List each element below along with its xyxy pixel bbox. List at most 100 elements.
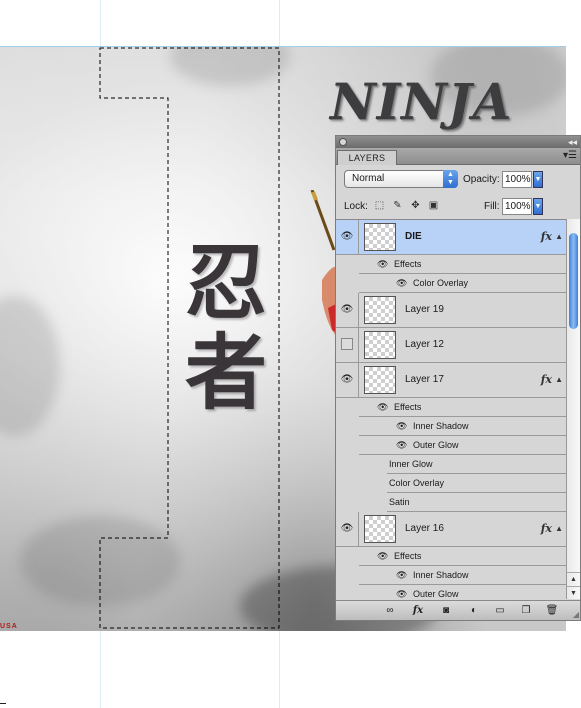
effect-eye-icon[interactable]: 👁 [396, 417, 407, 435]
opacity-label: Opacity: [463, 174, 500, 185]
guide-line-horizontal [0, 46, 566, 47]
layer-name: Layer 19 [405, 304, 444, 315]
scroll-down-arrow-icon[interactable]: ▼ [567, 586, 580, 599]
new-group-icon[interactable]: ▭ [492, 604, 508, 617]
fill-input[interactable]: 100% [502, 198, 532, 215]
texture-stain [20, 516, 180, 606]
effect-row-inner-shadow[interactable]: 👁 Inner Shadow [359, 566, 566, 585]
effect-name: Outer Glow [413, 440, 459, 450]
lock-all-icon[interactable]: ▣ [428, 200, 439, 211]
panel-tabbar: LAYERS ▾☰ [336, 148, 580, 165]
layer-row-layer-19[interactable]: 👁 Layer 19 [336, 293, 566, 328]
effect-row-color-overlay[interactable]: 👁 Color Overlay [359, 274, 566, 293]
visibility-toggle-box[interactable] [336, 328, 359, 362]
effect-name: Inner Shadow [413, 421, 469, 431]
close-icon[interactable] [339, 138, 347, 146]
adjustment-layer-icon[interactable]: ◐ [466, 604, 482, 617]
lock-label: Lock: [344, 201, 368, 212]
layer-thumbnail [364, 331, 396, 359]
effect-row-color-overlay[interactable]: Color Overlay [387, 474, 566, 493]
effects-row[interactable]: 👁 Effects [359, 255, 566, 274]
layer-thumbnail [364, 223, 396, 251]
collapse-icon[interactable]: ◂◂ [568, 136, 577, 148]
effect-eye-icon[interactable]: 👁 [396, 274, 407, 292]
blend-mode-select[interactable]: Normal ▲ ▼ [344, 170, 458, 188]
texture-stain [170, 46, 290, 86]
visibility-eye-icon[interactable]: 👁 [336, 363, 359, 397]
visibility-eye-icon[interactable]: 👁 [336, 512, 359, 546]
layer-row-die[interactable]: 👁 DIE fx ▲ [336, 220, 566, 255]
layer-name: DIE [405, 231, 422, 242]
effects-label: Effects [394, 402, 422, 412]
fill-slider-button[interactable]: ▼ [533, 198, 543, 215]
lock-position-icon[interactable]: ✥ [410, 200, 421, 211]
effect-row-outer-glow[interactable]: 👁 Outer Glow [359, 436, 566, 455]
fx-icon[interactable]: fx [541, 512, 552, 546]
corner-marker [0, 703, 6, 704]
layer-list[interactable]: 👁 DIE fx ▲ 👁 Effects 👁 Color Overlay 👁 L… [336, 219, 566, 599]
layer-row-layer-17[interactable]: 👁 Layer 17 fx ▲ [336, 363, 566, 398]
effect-eye-icon[interactable]: 👁 [396, 566, 407, 584]
effect-row-inner-glow[interactable]: Inner Glow [387, 455, 566, 474]
layers-panel[interactable]: ◂◂ LAYERS ▾☰ Normal ▲ ▼ Opacity: 100% ▼ L… [335, 135, 581, 621]
disclosure-triangle-icon[interactable]: ▲ [555, 220, 563, 254]
disclosure-triangle-icon[interactable]: ▲ [555, 512, 563, 546]
kanji-character: 忍 [184, 235, 267, 331]
fx-icon[interactable]: fx [541, 363, 552, 397]
effect-name: Color Overlay [413, 278, 469, 288]
effect-name: Inner Shadow [413, 570, 469, 580]
layer-name: Layer 17 [405, 374, 444, 385]
disclosure-triangle-icon[interactable]: ▲ [555, 363, 563, 397]
panel-menu-icon[interactable]: ▾☰ [563, 150, 577, 161]
fill-label: Fill: [484, 201, 500, 212]
scrollbar-thumb[interactable] [569, 233, 578, 329]
scroll-up-arrow-icon[interactable]: ▲ [567, 572, 580, 585]
effects-label: Effects [394, 551, 422, 561]
kanji-text: 忍 者 [176, 238, 276, 418]
opacity-slider-button[interactable]: ▼ [533, 171, 543, 188]
effect-row-outer-glow[interactable]: 👁 Outer Glow [359, 585, 566, 599]
effect-eye-icon[interactable]: 👁 [377, 255, 388, 273]
link-layers-icon[interactable]: ∞ [382, 604, 398, 617]
effect-name: Color Overlay [389, 478, 445, 488]
blend-mode-value: Normal [352, 173, 385, 184]
effect-eye-icon[interactable]: 👁 [396, 436, 407, 454]
effect-row-inner-shadow[interactable]: 👁 Inner Shadow [359, 417, 566, 436]
add-style-icon[interactable]: fx [410, 604, 426, 617]
lock-transparency-icon[interactable]: ⬚ [374, 200, 385, 211]
sword-guard [311, 191, 318, 201]
blend-row: Normal ▲ ▼ Opacity: 100% ▼ [336, 167, 580, 193]
effect-row-satin[interactable]: Satin [387, 493, 566, 512]
layer-name: Layer 12 [405, 339, 444, 350]
photoshop-workspace: NINJA 忍 者 USA ◂◂ LAYERS ▾☰ Normal ▲ ▼ Op… [0, 0, 581, 708]
effects-row[interactable]: 👁 Effects [359, 398, 566, 417]
layer-thumbnail [364, 515, 396, 543]
effect-eye-icon[interactable]: 👁 [377, 547, 388, 565]
layer-row-layer-12[interactable]: Layer 12 [336, 328, 566, 363]
panel-titlebar[interactable]: ◂◂ [336, 136, 580, 148]
lock-paint-icon[interactable]: ✎ [392, 200, 403, 211]
fx-icon[interactable]: fx [541, 220, 552, 254]
effect-eye-icon[interactable]: 👁 [377, 398, 388, 416]
effect-eye-icon[interactable]: 👁 [396, 585, 407, 599]
delete-layer-icon[interactable]: 🗑 [544, 604, 560, 617]
visibility-eye-icon[interactable]: 👁 [336, 220, 359, 254]
texture-stain [0, 296, 60, 436]
visibility-eye-icon[interactable]: 👁 [336, 293, 359, 327]
lock-row: Lock: ⬚ ✎ ✥ ▣ Fill: 100% ▼ [336, 195, 580, 217]
layer-list-scrollbar[interactable]: ▲ ▼ [566, 219, 580, 599]
effect-name: Inner Glow [389, 459, 433, 469]
select-arrows-icon: ▲ ▼ [443, 170, 458, 188]
new-layer-icon[interactable]: ❐ [518, 604, 534, 617]
layer-thumbnail [364, 366, 396, 394]
kanji-character: 者 [184, 325, 267, 421]
tab-layers[interactable]: LAYERS [337, 150, 397, 165]
layer-name: Layer 16 [405, 523, 444, 534]
panel-footer-toolbar: ∞ fx ◙ ◐ ▭ ❐ 🗑 ◢ [336, 600, 580, 620]
opacity-input[interactable]: 100% [502, 171, 532, 188]
layer-row-layer-16[interactable]: 👁 Layer 16 fx ▲ [336, 512, 566, 547]
effects-row[interactable]: 👁 Effects [359, 547, 566, 566]
resize-grip-icon[interactable]: ◢ [573, 610, 579, 619]
effect-name: Satin [389, 497, 410, 507]
add-mask-icon[interactable]: ◙ [438, 604, 454, 617]
